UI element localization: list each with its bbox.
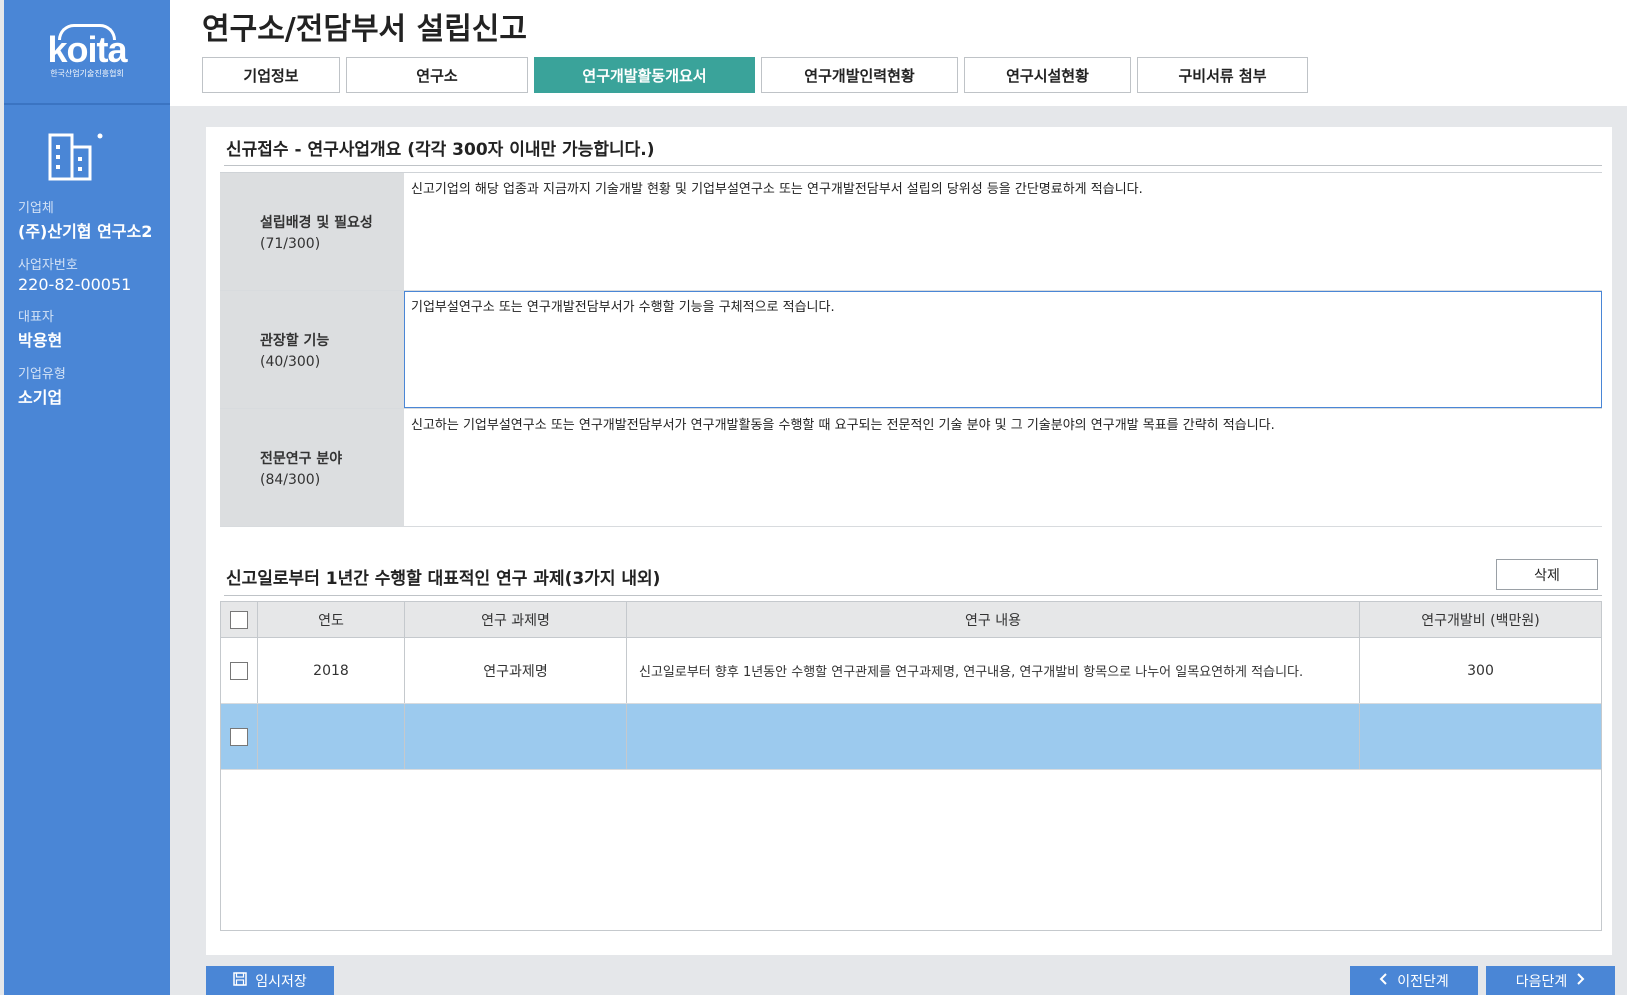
cell-content[interactable]: 신고일로부터 향후 1년동안 수행할 연구관제를 연구과제명, 연구내용, 연구… — [627, 638, 1360, 703]
header-cost[interactable]: 연구개발비 (백만원) — [1360, 602, 1601, 637]
save-icon — [233, 971, 247, 990]
cell-cost[interactable] — [1360, 704, 1601, 769]
cell-year[interactable]: 2018 — [258, 638, 405, 703]
cell-year[interactable] — [258, 704, 405, 769]
delete-button[interactable]: 삭제 — [1496, 559, 1598, 590]
divider — [224, 165, 1602, 166]
tab-bar: 기업정보 연구소 연구개발활동개요서 연구개발인력현황 연구시설현황 구비서류 … — [202, 57, 1314, 93]
main-card: 신규접수 - 연구사업개요 (각각 300자 이내만 가능합니다.) 설립배경 … — [206, 127, 1612, 955]
projects-title: 신고일로부터 1년간 수행할 대표적인 연구 과제(3가지 내외) — [226, 569, 661, 589]
row-checkbox[interactable] — [230, 661, 248, 680]
tab-rnd-staff[interactable]: 연구개발인력현황 — [761, 57, 958, 93]
ceo-value: 박용현 — [18, 331, 63, 350]
field-count: (84/300) — [260, 471, 321, 488]
field-label: 전문연구 분야 — [260, 450, 343, 467]
tab-documents[interactable]: 구비서류 첨부 — [1137, 57, 1308, 93]
form-row-background: 설립배경 및 필요성 (71/300) 신고기업의 해당 업종과 지금까지 기술… — [220, 173, 1602, 291]
header-name[interactable]: 연구 과제명 — [405, 602, 627, 637]
next-step-button[interactable]: 다음단계 — [1486, 966, 1615, 995]
table-header: 연도 연구 과제명 연구 내용 연구개발비 (백만원) — [221, 602, 1601, 638]
cell-cost[interactable]: 300 — [1360, 638, 1601, 703]
background-count: (71/300) — [260, 235, 321, 252]
background-label: 설립배경 및 필요성 — [260, 214, 373, 231]
tab-lab[interactable]: 연구소 — [346, 57, 528, 93]
function-label: 관장할 기능 — [260, 332, 330, 349]
prev-step-label: 이전단계 — [1397, 973, 1449, 990]
company-label: 기업체 — [18, 201, 54, 216]
form-row-field: 전문연구 분야 (84/300) 신고하는 기업부설연구소 또는 연구개발전담부… — [220, 409, 1602, 527]
cell-name[interactable]: 연구과제명 — [405, 638, 627, 703]
table-row[interactable]: 2018 연구과제명 신고일로부터 향후 1년동안 수행할 연구관제를 연구과제… — [221, 638, 1601, 704]
temp-save-label: 임시저장 — [255, 973, 307, 990]
field-textarea[interactable]: 신고하는 기업부설연구소 또는 연구개발전담부서가 연구개발활동을 수행할 때 … — [404, 409, 1602, 526]
type-value: 소기업 — [18, 388, 63, 407]
header-year[interactable]: 연도 — [258, 602, 405, 637]
next-step-label: 다음단계 — [1515, 973, 1568, 990]
cell-content[interactable] — [627, 704, 1360, 769]
sidebar: koita 한국산업기술진흥협회 기업체 (주)산기협 연구소2 사업자번호 2… — [4, 0, 170, 995]
koita-logo[interactable]: koita 한국산업기술진흥협회 — [4, 0, 170, 105]
header-content[interactable]: 연구 내용 — [627, 602, 1360, 637]
chevron-right-icon — [1575, 972, 1585, 989]
tab-company-info[interactable]: 기업정보 — [202, 57, 340, 93]
background-textarea[interactable]: 신고기업의 해당 업종과 지금까지 기술개발 현황 및 기업부설연구소 또는 연… — [404, 173, 1602, 290]
overview-form: 설립배경 및 필요성 (71/300) 신고기업의 해당 업종과 지금까지 기술… — [220, 172, 1602, 527]
ceo-label: 대표자 — [18, 310, 54, 325]
page-title: 연구소/전담부서 설립신고 — [202, 12, 528, 47]
tab-rnd-overview[interactable]: 연구개발활동개요서 — [534, 57, 755, 93]
divider — [224, 595, 1602, 596]
chevron-left-icon — [1379, 972, 1389, 989]
projects-table: 연도 연구 과제명 연구 내용 연구개발비 (백만원) 2018 연구과제명 신… — [220, 601, 1602, 931]
temp-save-button[interactable]: 임시저장 — [206, 966, 334, 995]
function-textarea[interactable]: 기업부설연구소 또는 연구개발전담부서가 수행할 기능을 구체적으로 적습니다. — [404, 291, 1602, 408]
cell-name[interactable] — [405, 704, 627, 769]
function-count: (40/300) — [260, 353, 321, 370]
company-value: (주)산기협 연구소2 — [18, 222, 153, 241]
tab-facilities[interactable]: 연구시설현황 — [964, 57, 1131, 93]
building-icon — [44, 127, 114, 183]
logo-subtext: 한국산업기술진흥협회 — [50, 69, 124, 78]
select-all-checkbox[interactable] — [230, 610, 248, 629]
type-label: 기업유형 — [18, 367, 66, 382]
overview-title: 신규접수 - 연구사업개요 (각각 300자 이내만 가능합니다.) — [226, 140, 655, 160]
bizno-value: 220-82-00051 — [18, 275, 132, 294]
logo-text: koita — [47, 29, 127, 70]
table-row[interactable] — [221, 704, 1601, 770]
bizno-label: 사업자번호 — [18, 258, 78, 273]
form-row-function: 관장할 기능 (40/300) 기업부설연구소 또는 연구개발전담부서가 수행할… — [220, 291, 1602, 409]
row-checkbox[interactable] — [230, 727, 248, 746]
header: 연구소/전담부서 설립신고 기업정보 연구소 연구개발활동개요서 연구개발인력현… — [170, 0, 1627, 106]
prev-step-button[interactable]: 이전단계 — [1350, 966, 1478, 995]
